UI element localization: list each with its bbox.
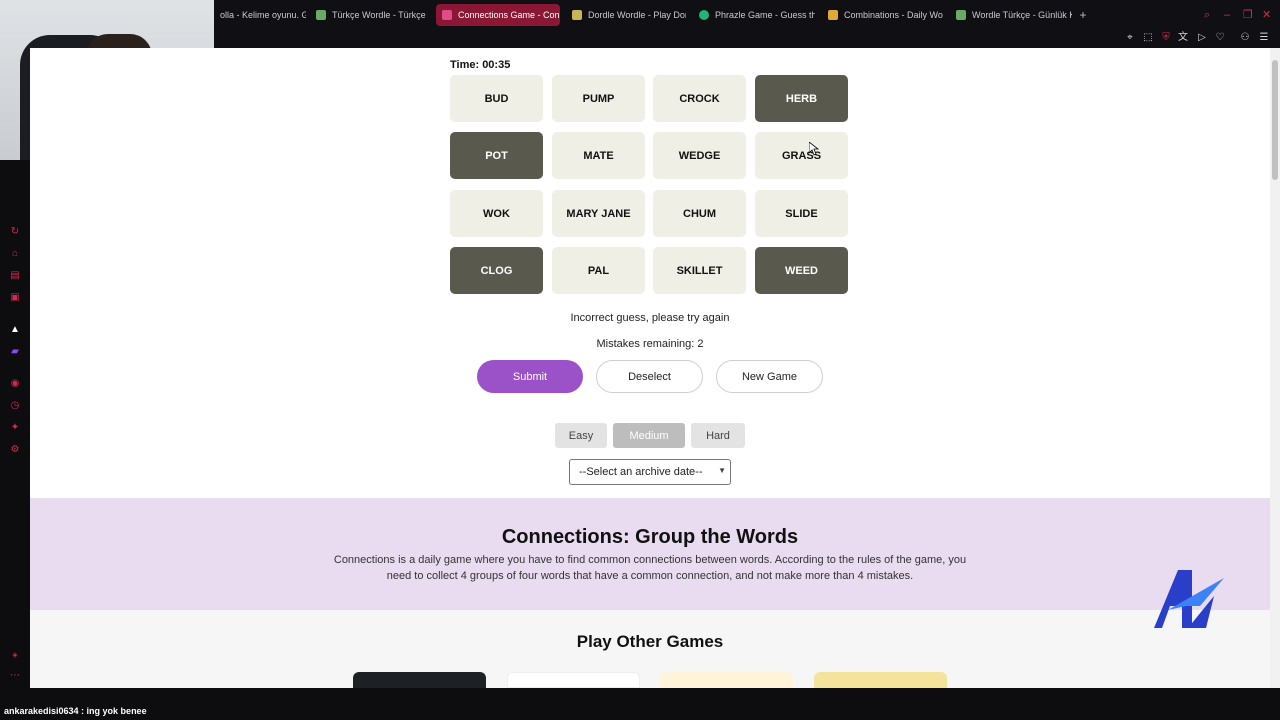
word-tile[interactable]: SLIDE — [755, 190, 848, 237]
archive-select-value: --Select an archive date-- — [579, 466, 703, 478]
scrollbar-thumb[interactable] — [1272, 60, 1278, 180]
word-tile[interactable]: PUMP — [552, 75, 645, 122]
word-tile[interactable]: WEED — [755, 247, 848, 294]
tab-dordle[interactable]: Dordle Wordle - Play Don — [566, 4, 686, 26]
extensions-icon[interactable]: ✦ — [9, 422, 21, 434]
tab-kelime[interactable]: olla - Kelime oyunu. G — [214, 4, 306, 26]
deselect-button[interactable]: Deselect — [596, 360, 703, 393]
connections-favicon-icon — [442, 10, 452, 20]
mail-icon[interactable]: ▣ — [9, 292, 21, 304]
clock-icon[interactable]: ◷ — [9, 400, 21, 412]
info-section: Connections: Group the Words Connections… — [30, 498, 1270, 610]
bag-icon[interactable]: ⌂ — [9, 248, 21, 260]
tab-connections[interactable]: Connections Game - Con — [436, 4, 560, 26]
word-tile[interactable]: BUD — [450, 75, 543, 122]
settings-icon[interactable]: ⚙ — [9, 444, 21, 456]
word-tile[interactable]: CROCK — [653, 75, 746, 122]
player-icon[interactable]: ◉ — [9, 378, 21, 390]
word-tile[interactable]: SKILLET — [653, 247, 746, 294]
messenger-icon[interactable]: ▤ — [9, 270, 21, 282]
tab-label: olla - Kelime oyunu. G — [220, 10, 306, 20]
stream-chat-line: ankarakedisi0634 : ing yok benee — [0, 703, 1280, 720]
word-tile[interactable]: CLOG — [450, 247, 543, 294]
more-icon[interactable]: ⋯ — [9, 670, 21, 682]
word-tile[interactable]: MARY JANE — [552, 190, 645, 237]
tab-label: Connections Game - Con — [458, 10, 560, 20]
twitch-icon[interactable]: ▰ — [9, 346, 21, 358]
screenshot-icon[interactable]: ⬚ — [1142, 32, 1154, 44]
mistakes-remaining: Mistakes remaining: 2 — [596, 338, 704, 350]
word-tile[interactable]: HERB — [755, 75, 848, 122]
other-games-title: Play Other Games — [576, 632, 724, 651]
chevron-down-icon: ▼ — [718, 466, 726, 475]
game-card[interactable] — [353, 672, 486, 688]
word-tile[interactable]: POT — [450, 132, 543, 179]
info-description: Connections is a daily game where you ha… — [333, 554, 967, 582]
tab-label: Combinations - Daily Wo — [844, 10, 943, 20]
gx-icon[interactable]: ◈ — [9, 650, 21, 662]
minimize-icon[interactable]: – — [1224, 9, 1230, 21]
tab-phrazle[interactable]: Phrazle Game - Guess th — [693, 4, 815, 26]
new-tab-button[interactable]: + — [1077, 9, 1089, 21]
tab-label: Wordle Türkçe - Günlük K — [972, 10, 1072, 20]
close-icon[interactable]: ✕ — [1262, 9, 1271, 21]
tab-wordle-turkce[interactable]: Wordle Türkçe - Günlük K — [950, 4, 1072, 26]
tab-combinations[interactable]: Combinations - Daily Wo — [822, 4, 944, 26]
phrazle-favicon-icon — [699, 10, 709, 20]
feedback-message: Incorrect guess, please try again — [570, 312, 730, 324]
heart-icon[interactable]: ♡ — [1214, 32, 1226, 44]
combinations-favicon-icon — [828, 10, 838, 20]
wordle-favicon-icon — [316, 10, 326, 20]
difficulty-easy-button[interactable]: Easy — [555, 423, 607, 448]
word-tile[interactable]: CHUM — [653, 190, 746, 237]
translate-icon[interactable]: 文 — [1177, 32, 1189, 44]
game-card[interactable] — [660, 672, 793, 688]
word-tile[interactable]: GRASS — [755, 132, 848, 179]
account-icon[interactable]: ⚇ — [1239, 32, 1251, 44]
tab-label: Türkçe Wordle - Türkçe K — [332, 10, 428, 20]
streamer-logo-icon — [1154, 570, 1224, 628]
play-icon[interactable]: ▷ — [1196, 32, 1208, 44]
mouse-cursor-icon — [809, 142, 819, 156]
word-tile[interactable]: PAL — [552, 247, 645, 294]
menu-icon[interactable]: ☰ — [1258, 32, 1270, 44]
refresh-icon[interactable]: ↻ — [9, 226, 21, 238]
tab-label: Phrazle Game - Guess th — [715, 10, 815, 20]
pin-icon[interactable]: ⌖ — [1124, 32, 1136, 44]
restore-icon[interactable]: ❐ — [1243, 9, 1253, 21]
web-page: Time: 00:35 BUD PUMP CROCK HERB POT MATE… — [30, 48, 1270, 688]
app-logo-icon[interactable]: ▲ — [9, 324, 21, 336]
word-tile[interactable]: MATE — [552, 132, 645, 179]
difficulty-hard-button[interactable]: Hard — [691, 423, 745, 448]
game-card[interactable] — [507, 672, 640, 688]
wordle-favicon-icon — [956, 10, 966, 20]
new-game-button[interactable]: New Game — [716, 360, 823, 393]
word-tile[interactable]: WEDGE — [653, 132, 746, 179]
browser-sidebar: ↻ ⌂ ▤ ▣ ▲ ▰ ◉ ◷ ✦ ⚙ ◈ ⋯ — [0, 160, 30, 688]
page-scrollbar[interactable] — [1270, 48, 1280, 688]
other-games-section: Play Other Games — [30, 610, 1270, 688]
difficulty-medium-button[interactable]: Medium — [613, 423, 685, 448]
tab-turkce-wordle[interactable]: Türkçe Wordle - Türkçe K — [310, 4, 428, 26]
search-icon[interactable]: ⌕ — [1204, 9, 1210, 21]
submit-button[interactable]: Submit — [477, 360, 583, 393]
dordle-favicon-icon — [572, 10, 582, 20]
word-tile[interactable]: WOK — [450, 190, 543, 237]
tab-label: Dordle Wordle - Play Don — [588, 10, 686, 20]
archive-date-select[interactable]: --Select an archive date-- ▼ — [569, 459, 731, 485]
game-timer: Time: 00:35 — [450, 59, 511, 71]
info-title: Connections: Group the Words — [501, 526, 799, 548]
shield-icon[interactable]: ⛨ — [1160, 32, 1172, 44]
game-card[interactable] — [814, 672, 947, 688]
